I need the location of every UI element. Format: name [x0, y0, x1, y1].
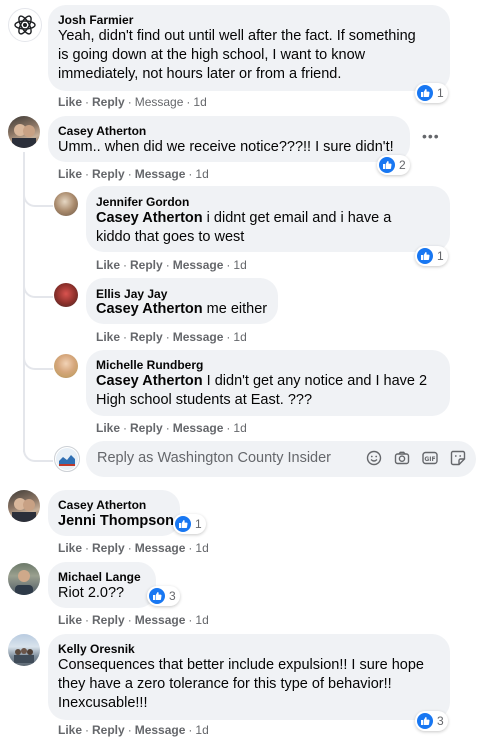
- like-link[interactable]: Like: [58, 167, 82, 181]
- reply-link[interactable]: Reply: [92, 613, 125, 627]
- reaction-count[interactable]: 1: [173, 514, 206, 534]
- message-link[interactable]: Message: [173, 258, 224, 272]
- timestamp[interactable]: 1d: [195, 613, 208, 627]
- reply-actions: Like · Reply · Message · 1d: [96, 421, 247, 435]
- avatar[interactable]: [54, 192, 78, 216]
- timestamp[interactable]: 1d: [233, 421, 246, 435]
- message-link[interactable]: Message: [135, 541, 186, 555]
- comment-text: Jenni Thompson: [58, 512, 183, 531]
- timestamp[interactable]: 1d: [195, 167, 208, 181]
- mention-link[interactable]: Casey Atherton: [96, 210, 203, 226]
- avatar[interactable]: [8, 563, 40, 595]
- profile-photo-icon: [15, 570, 33, 595]
- like-icon: [417, 85, 433, 101]
- thread-connector: [23, 440, 53, 462]
- reply-text: Casey Atherton me either: [96, 301, 268, 317]
- camera-icon[interactable]: [394, 450, 410, 466]
- thread-connector: [23, 276, 53, 298]
- reaction-count[interactable]: 2: [377, 155, 410, 175]
- comment-author[interactable]: Michael Lange: [58, 570, 141, 584]
- comment-actions: Like · Reply · Message · 1d: [58, 167, 209, 181]
- avatar[interactable]: [54, 283, 78, 307]
- reply-text: Casey Atherton I didn't get any notice a…: [96, 373, 428, 408]
- profile-photo-icon: [12, 124, 36, 148]
- message-link[interactable]: Message: [135, 95, 184, 109]
- reply-link[interactable]: Reply: [130, 421, 163, 435]
- timestamp[interactable]: 1d: [193, 95, 206, 109]
- like-link[interactable]: Like: [58, 723, 82, 737]
- comment-text: Umm.. when did we receive notice???!! I …: [58, 139, 394, 155]
- like-link[interactable]: Like: [96, 330, 120, 344]
- reply-link[interactable]: Reply: [130, 258, 163, 272]
- comment-author[interactable]: Casey Atherton: [58, 124, 146, 138]
- reply-input-placeholder: Reply as Washington County Insider: [97, 450, 331, 466]
- thread-connector: [23, 348, 53, 370]
- reaction-count[interactable]: 3: [147, 586, 180, 606]
- reply-author[interactable]: Ellis Jay Jay: [96, 287, 167, 301]
- message-link[interactable]: Message: [135, 613, 186, 627]
- like-icon: [149, 588, 165, 604]
- timestamp[interactable]: 1d: [233, 258, 246, 272]
- emoji-icon[interactable]: [366, 450, 382, 466]
- like-icon: [417, 248, 433, 264]
- avatar[interactable]: [8, 8, 42, 42]
- more-options-icon[interactable]: •••: [422, 128, 440, 144]
- reply-actions: Like · Reply · Message · 1d: [96, 330, 247, 344]
- avatar[interactable]: [8, 116, 40, 148]
- reply-link[interactable]: Reply: [92, 723, 125, 737]
- comment-actions: Like · Reply · Message · 1d: [58, 95, 207, 109]
- message-link[interactable]: Message: [173, 330, 224, 344]
- comment-actions: Like · Reply · Message · 1d: [58, 613, 209, 627]
- comment-actions: Like · Reply · Message · 1d: [58, 541, 209, 555]
- like-link[interactable]: Like: [58, 613, 82, 627]
- gif-icon[interactable]: GIF: [422, 450, 438, 466]
- like-icon: [379, 157, 395, 173]
- comment-actions: Like · Reply · Message · 1d: [58, 723, 209, 737]
- comment-author[interactable]: Kelly Oresnik: [58, 642, 135, 656]
- like-link[interactable]: Like: [96, 421, 120, 435]
- message-link[interactable]: Message: [135, 723, 186, 737]
- comment-text: Yeah, didn't find out until well after t…: [58, 28, 416, 82]
- thread-connector: [23, 185, 53, 207]
- sticker-icon[interactable]: [450, 450, 466, 466]
- reply-actions: Like · Reply · Message · 1d: [96, 258, 247, 272]
- reply-link[interactable]: Reply: [92, 95, 125, 109]
- reaction-count[interactable]: 3: [415, 711, 448, 731]
- map-logo-icon: [56, 448, 78, 470]
- avatar[interactable]: [54, 354, 78, 378]
- reaction-count[interactable]: 1: [415, 83, 448, 103]
- timestamp[interactable]: 1d: [195, 541, 208, 555]
- like-icon: [417, 713, 433, 729]
- reply-author[interactable]: Jennifer Gordon: [96, 195, 189, 209]
- profile-photo-icon: [14, 648, 34, 663]
- comment-text: Riot 2.0??: [58, 585, 125, 601]
- mention-link[interactable]: Jenni Thompson: [58, 513, 174, 529]
- like-link[interactable]: Like: [58, 541, 82, 555]
- reply-link[interactable]: Reply: [92, 541, 125, 555]
- like-icon: [175, 516, 191, 532]
- reply-link[interactable]: Reply: [92, 167, 125, 181]
- reply-link[interactable]: Reply: [130, 330, 163, 344]
- comment-text: Consequences that better include expulsi…: [58, 657, 424, 711]
- mention-link[interactable]: Casey Atherton: [96, 373, 203, 389]
- like-link[interactable]: Like: [58, 95, 82, 109]
- atom-logo-icon: [14, 15, 36, 35]
- avatar[interactable]: [8, 634, 40, 666]
- reply-text: Casey Atherton i didnt get email and i h…: [96, 210, 392, 245]
- page-avatar[interactable]: [54, 446, 80, 472]
- comment-author[interactable]: Josh Farmier: [58, 13, 133, 27]
- profile-photo-icon: [12, 498, 36, 522]
- avatar[interactable]: [8, 490, 40, 522]
- message-link[interactable]: Message: [135, 167, 186, 181]
- mention-link[interactable]: Casey Atherton: [96, 301, 203, 317]
- timestamp[interactable]: 1d: [195, 723, 208, 737]
- comment-author[interactable]: Casey Atherton: [58, 498, 146, 512]
- like-link[interactable]: Like: [96, 258, 120, 272]
- reply-author[interactable]: Michelle Rundberg: [96, 358, 203, 372]
- message-link[interactable]: Message: [173, 421, 224, 435]
- reaction-count[interactable]: 1: [415, 246, 448, 266]
- timestamp[interactable]: 1d: [233, 330, 246, 344]
- svg-text:GIF: GIF: [424, 456, 435, 463]
